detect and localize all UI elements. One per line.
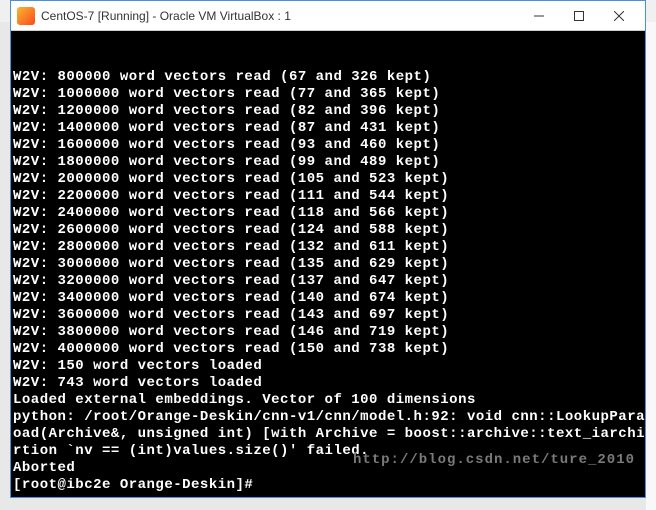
terminal-line: W2V: 2600000 word vectors read (124 and …	[13, 222, 643, 239]
terminal-line: W2V: 150 word vectors loaded	[13, 358, 643, 375]
app-icon	[17, 7, 35, 25]
right-background	[646, 22, 656, 510]
terminal-line: W2V: 3000000 word vectors read (135 and …	[13, 256, 643, 273]
minimize-icon	[534, 11, 544, 21]
terminal-line: [root@ibc2e Orange-Deskin]#	[13, 477, 643, 494]
terminal-line: W2V: 1600000 word vectors read (93 and 4…	[13, 137, 643, 154]
watermark-text: http://blog.csdn.net/ture_2010	[353, 452, 635, 469]
terminal-line: W2V: 1200000 word vectors read (82 and 3…	[13, 103, 643, 120]
terminal-line: W2V: 3400000 word vectors read (140 and …	[13, 290, 643, 307]
terminal-line: W2V: 4000000 word vectors read (150 and …	[13, 341, 643, 358]
terminal-line: W2V: 2800000 word vectors read (132 and …	[13, 239, 643, 256]
terminal-line: W2V: 2000000 word vectors read (105 and …	[13, 171, 643, 188]
maximize-button[interactable]	[559, 2, 599, 30]
terminal-line: W2V: 1800000 word vectors read (99 and 4…	[13, 154, 643, 171]
window-titlebar[interactable]: CentOS-7 [Running] - Oracle VM VirtualBo…	[11, 1, 645, 31]
close-button[interactable]	[599, 2, 639, 30]
terminal-line: W2V: 3800000 word vectors read (146 and …	[13, 324, 643, 341]
virtualbox-window: CentOS-7 [Running] - Oracle VM VirtualBo…	[10, 0, 646, 498]
terminal-line: oad(Archive&, unsigned int) [with Archiv…	[13, 426, 643, 443]
window-title: CentOS-7 [Running] - Oracle VM VirtualBo…	[41, 9, 519, 23]
terminal-line: W2V: 800000 word vectors read (67 and 32…	[13, 69, 643, 86]
terminal-line: python: /root/Orange-Deskin/cnn-v1/cnn/m…	[13, 409, 643, 426]
terminal-line: W2V: 2400000 word vectors read (118 and …	[13, 205, 643, 222]
bottom-strip	[10, 498, 646, 510]
maximize-icon	[574, 11, 584, 21]
terminal-line: W2V: 3600000 word vectors read (143 and …	[13, 307, 643, 324]
terminal-line: W2V: 1400000 word vectors read (87 and 4…	[13, 120, 643, 137]
close-icon	[614, 11, 624, 21]
left-background	[0, 22, 10, 510]
terminal-line: Loaded external embeddings. Vector of 10…	[13, 392, 643, 409]
terminal-line: W2V: 3200000 word vectors read (137 and …	[13, 273, 643, 290]
terminal-line: W2V: 2200000 word vectors read (111 and …	[13, 188, 643, 205]
terminal-output[interactable]: W2V: 800000 word vectors read (67 and 32…	[11, 31, 645, 497]
terminal-line: W2V: 1000000 word vectors read (77 and 3…	[13, 86, 643, 103]
minimize-button[interactable]	[519, 2, 559, 30]
terminal-line: W2V: 743 word vectors loaded	[13, 375, 643, 392]
